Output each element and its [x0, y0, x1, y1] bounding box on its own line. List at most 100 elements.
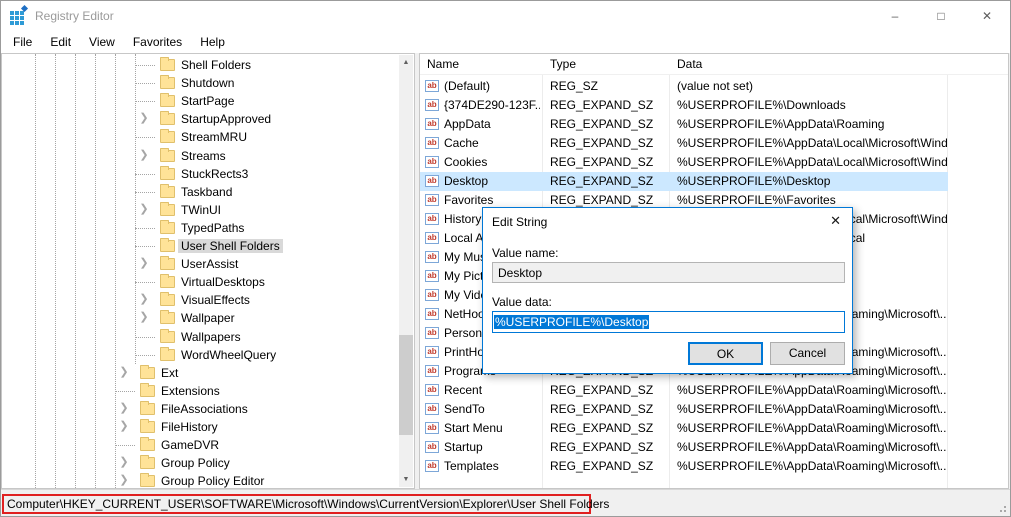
menu-favorites[interactable]: Favorites: [124, 33, 191, 51]
tree-item-startpage[interactable]: StartPage: [2, 92, 399, 110]
minimize-button[interactable]: –: [872, 1, 918, 31]
chevron-right-icon[interactable]: ❯: [136, 202, 152, 215]
value-data-input[interactable]: %USERPROFILE%\Desktop: [492, 311, 845, 333]
folder-icon: [140, 419, 155, 433]
chevron-right-icon[interactable]: ❯: [136, 111, 152, 124]
tree-item-wallpapers[interactable]: Wallpapers: [2, 328, 399, 346]
tree-item-wordwheelquery[interactable]: WordWheelQuery: [2, 346, 399, 364]
registry-row-default[interactable]: ab (Default) REG_SZ (value not set): [420, 77, 948, 96]
registry-row-cache[interactable]: ab Cache REG_EXPAND_SZ %USERPROFILE%\AppDat…: [420, 134, 948, 153]
tree-item-label: VirtualDesktops: [181, 275, 265, 290]
string-value-icon: ab: [425, 346, 439, 358]
registry-row-templates[interactable]: ab Templates REG_EXPAND_SZ %USERPROFILE%\Ap…: [420, 457, 948, 476]
folder-icon: [160, 129, 175, 144]
folder-icon: [160, 201, 175, 216]
value-name-cell: Cookies: [444, 155, 488, 169]
scroll-up-icon[interactable]: ▲: [399, 55, 413, 70]
string-value-icon: ab: [425, 308, 439, 320]
cancel-button[interactable]: Cancel: [770, 342, 845, 365]
tree-item-group-policy-editor[interactable]: ❯ Group Policy Editor: [2, 472, 399, 489]
string-value-icon: ab: [425, 80, 439, 92]
tree-item-stuckrects3[interactable]: StuckRects3: [2, 165, 399, 183]
tree-item-label: WordWheelQuery: [181, 347, 277, 362]
tree-item-gamedvr[interactable]: GameDVR: [2, 436, 399, 454]
tree-item-user-shell-folders[interactable]: User Shell Folders: [2, 237, 399, 255]
registry-row-cookies[interactable]: ab Cookies REG_EXPAND_SZ %USERPROFILE%\AppD…: [420, 153, 948, 172]
value-data-cell: %USERPROFILE%\AppData\Roaming\Microsoft\…: [677, 440, 947, 454]
menu-view[interactable]: View: [80, 33, 124, 51]
tree-item-label: Taskband: [181, 184, 233, 199]
chevron-right-icon[interactable]: ❯: [136, 310, 152, 323]
tree-item-shell-folders[interactable]: Shell Folders: [2, 56, 399, 74]
chevron-right-icon[interactable]: ❯: [116, 455, 132, 468]
tree-item-wallpaper[interactable]: ❯ Wallpaper: [2, 309, 399, 327]
dialog-close-icon[interactable]: ✕: [830, 213, 841, 229]
value-data-cell: %USERPROFILE%\Desktop: [677, 174, 831, 188]
tree-item-twinui[interactable]: ❯ TWinUI: [2, 201, 399, 219]
tree-connector: [135, 336, 155, 338]
chevron-right-icon[interactable]: ❯: [116, 365, 132, 378]
resize-grip-icon[interactable]: [998, 504, 1006, 512]
maximize-button[interactable]: □: [918, 1, 964, 31]
tree-item-streammru[interactable]: StreamMRU: [2, 128, 399, 146]
column-header-data[interactable]: Data: [677, 57, 702, 71]
folder-icon: [160, 75, 175, 90]
tree-item-label: Ext: [161, 365, 179, 380]
folder-icon: [160, 147, 175, 162]
chevron-right-icon[interactable]: ❯: [136, 256, 152, 269]
scroll-down-icon[interactable]: ▼: [399, 472, 413, 487]
tree-item-typedpaths[interactable]: TypedPaths: [2, 219, 399, 237]
registry-row-start-menu[interactable]: ab Start Menu REG_EXPAND_SZ %USERPROFILE%\A…: [420, 419, 948, 438]
tree-item-startupapproved[interactable]: ❯ StartupApproved: [2, 110, 399, 128]
tree-item-taskband[interactable]: Taskband: [2, 183, 399, 201]
column-header-name[interactable]: Name: [427, 57, 459, 71]
string-value-icon: ab: [425, 441, 439, 453]
tree-item-label: Group Policy: [161, 456, 230, 471]
tree-scrollbar[interactable]: ▲ ▼: [399, 55, 413, 487]
folder-icon: [160, 274, 175, 289]
folder-icon: [160, 111, 175, 126]
column-header-type[interactable]: Type: [550, 57, 576, 71]
chevron-right-icon[interactable]: ❯: [136, 148, 152, 161]
chevron-right-icon[interactable]: ❯: [116, 419, 132, 432]
registry-row-recent[interactable]: ab Recent REG_EXPAND_SZ %USERPROFILE%\AppDa…: [420, 381, 948, 400]
value-type-cell: REG_EXPAND_SZ: [550, 136, 654, 150]
string-value-icon: ab: [425, 194, 439, 206]
value-name-cell: Startup: [444, 440, 483, 454]
folder-icon: [140, 473, 155, 488]
tree-item-extensions[interactable]: Extensions: [2, 382, 399, 400]
value-type-cell: REG_EXPAND_SZ: [550, 440, 654, 454]
value-name-field[interactable]: Desktop: [492, 262, 845, 283]
chevron-right-icon[interactable]: ❯: [116, 401, 132, 414]
tree-item-ext[interactable]: ❯ Ext: [2, 364, 399, 382]
registry-row-374de290-123f[interactable]: ab {374DE290-123F... REG_EXPAND_SZ %USERPRO…: [420, 96, 948, 115]
tree-item-userassist[interactable]: ❯ UserAssist: [2, 255, 399, 273]
tree-item-group-policy[interactable]: ❯ Group Policy: [2, 454, 399, 472]
value-data-cell: %USERPROFILE%\AppData\Roaming\Microsoft\…: [677, 402, 947, 416]
menu-edit[interactable]: Edit: [41, 33, 80, 51]
menu-help[interactable]: Help: [191, 33, 234, 51]
scrollbar-thumb[interactable]: [399, 335, 413, 435]
menu-file[interactable]: File: [4, 33, 41, 51]
registry-row-sendto[interactable]: ab SendTo REG_EXPAND_SZ %USERPROFILE%\AppDa…: [420, 400, 948, 419]
registry-row-desktop[interactable]: ab Desktop REG_EXPAND_SZ %USERPROFILE%\Desk…: [420, 172, 948, 191]
value-name-cell: Favorites: [444, 193, 494, 207]
tree-item-visualeffects[interactable]: ❯ VisualEffects: [2, 291, 399, 309]
chevron-right-icon[interactable]: ❯: [116, 473, 132, 486]
tree-item-virtualdesktops[interactable]: VirtualDesktops: [2, 273, 399, 291]
tree-item-shutdown[interactable]: Shutdown: [2, 74, 399, 92]
close-button[interactable]: ✕: [964, 1, 1010, 31]
registry-row-startup[interactable]: ab Startup REG_EXPAND_SZ %USERPROFILE%\AppD…: [420, 438, 948, 457]
value-name-cell: Templates: [444, 459, 499, 473]
chevron-right-icon[interactable]: ❯: [136, 292, 152, 305]
value-type-cell: REG_EXPAND_SZ: [550, 383, 654, 397]
registry-row-appdata[interactable]: ab AppData REG_EXPAND_SZ %USERPROFILE%\AppD…: [420, 115, 948, 134]
tree-item-label: Group Policy Editor: [161, 474, 265, 489]
folder-icon: [160, 165, 175, 180]
ok-button[interactable]: OK: [688, 342, 763, 365]
tree-item-filehistory[interactable]: ❯ FileHistory: [2, 418, 399, 436]
folder-icon: [160, 328, 175, 343]
tree-item-fileassociations[interactable]: ❯ FileAssociations: [2, 400, 399, 418]
tree-item-streams[interactable]: ❯ Streams: [2, 147, 399, 165]
folder-icon: [160, 238, 175, 252]
